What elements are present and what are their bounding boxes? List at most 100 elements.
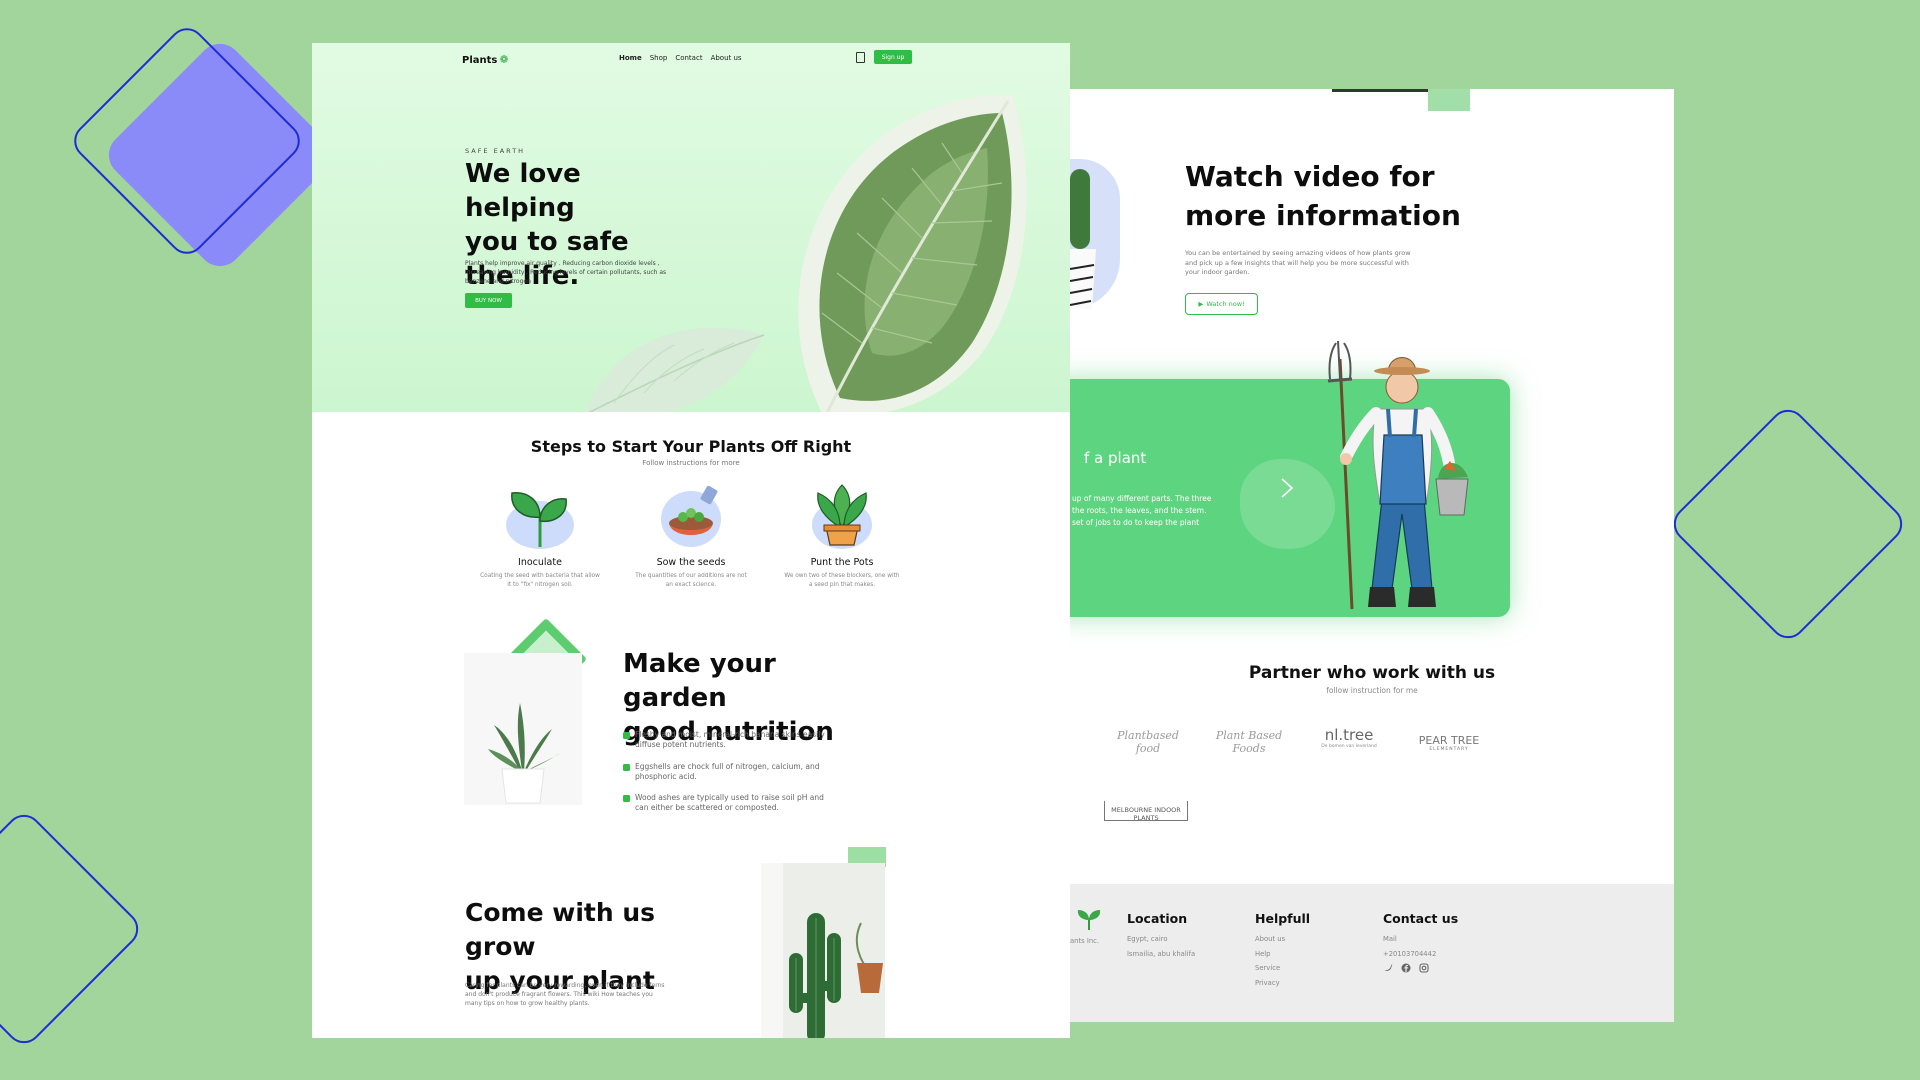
step-description: Coating the seed with bacteria that allo…: [480, 573, 600, 588]
nav-link-shop[interactable]: Shop: [650, 54, 668, 62]
footer-link-help[interactable]: Help: [1255, 947, 1310, 962]
seeds-bowl-illustration-icon: [661, 485, 721, 547]
step-description: The quantities of our additions are not …: [635, 573, 747, 588]
card-title: f a plant: [1084, 449, 1147, 467]
step-card-sow: Sow the seeds The quantities of our addi…: [631, 483, 751, 589]
card-description-line: set of jobs to do to keep the plant: [1072, 518, 1200, 527]
bullet-text: Wood ashes are typically used to raise s…: [635, 793, 824, 812]
cart-icon[interactable]: [856, 52, 865, 63]
footer-link-service[interactable]: Service: [1255, 961, 1310, 976]
grow-title-line: Come with us grow: [465, 898, 656, 961]
footer-column-title: Helpfull: [1255, 911, 1311, 926]
steps-subtitle: Follow instructions for more: [642, 459, 740, 467]
bullet-text: Fleshy and moist, mineral-rich banana sk…: [635, 730, 825, 749]
nutrition-title-line: Make your garden: [623, 649, 776, 713]
landing-page-left: Plants ❁ Home Shop Contact About us Sign …: [312, 43, 1070, 1038]
social-links: [1383, 963, 1458, 973]
card-description: up of many different parts. The three th…: [1072, 493, 1232, 529]
check-icon: [623, 764, 630, 771]
back-leaf-image: [585, 327, 765, 412]
hero-title-line: you to safe: [465, 227, 629, 257]
partner-logo-tagline: De bomen van leverland: [1321, 744, 1377, 749]
decorative-outline-diamond-bottom-left: [0, 807, 146, 1051]
hero-leaf-image: [798, 94, 1027, 412]
footer-helpful-column: Helpfull About us Help Service Privacy: [1255, 911, 1310, 990]
partner-logo-melbourne[interactable]: MELBOURNE INDOOR PLANTS: [1104, 801, 1188, 822]
hero-eyebrow: SAFE EARTH: [465, 147, 526, 155]
partners-title: Partner who work with us: [1248, 663, 1496, 683]
step-card-pots: Punt the Pots We own two of these blocke…: [782, 483, 902, 589]
video-description: You can be entertained by seeing amazing…: [1185, 249, 1411, 276]
step-name: Punt the Pots: [810, 557, 874, 568]
footer-column-title: Location: [1127, 911, 1188, 926]
cactus-image: [761, 863, 885, 1038]
video-title-line: Watch video for: [1185, 160, 1435, 193]
nav-link-about[interactable]: About us: [711, 54, 742, 62]
top-navigation: Plants ❁ Home Shop Contact About us Sign …: [312, 43, 1070, 73]
sprout-logo-icon: [1077, 910, 1101, 930]
watch-now-label: Watch now!: [1206, 300, 1245, 308]
step-name: Inoculate: [518, 557, 562, 568]
play-icon: ▶: [1198, 300, 1204, 308]
footer-contact-column: Contact us Mail +20103704442: [1383, 911, 1458, 973]
signup-button[interactable]: Sign up: [874, 50, 912, 64]
step-name: Sow the seeds: [656, 557, 726, 568]
sprout-illustration-icon: [506, 492, 574, 549]
potted-plant-illustration-icon: [812, 484, 872, 549]
hero-description: Plants help improve air quality . Reduci…: [465, 260, 667, 285]
partner-logo-plantbased[interactable]: Plantbased food: [1108, 729, 1188, 755]
video-title-line: more information: [1185, 199, 1461, 232]
hero-section: Plants ❁ Home Shop Contact About us Sign …: [312, 43, 1070, 412]
footer-contact-mail[interactable]: Mail: [1383, 932, 1458, 947]
nutrition-bullet: Eggshells are chock full of nitrogen, ca…: [623, 762, 833, 782]
cactus-pot-image: [1070, 169, 1096, 309]
buy-now-button[interactable]: BUY NOW: [465, 293, 512, 308]
step-card-inoculate: Inoculate Coating the seed with bacteria…: [480, 483, 600, 589]
footer-location-column: Location Egypt, cairo Ismailia, abu khal…: [1127, 911, 1195, 961]
partner-logo-text: PEAR TREE: [1418, 734, 1480, 747]
logo-text: Plants: [462, 55, 498, 66]
footer-item: Ismailia, abu khalifa: [1127, 949, 1196, 958]
nav-links: Home Shop Contact About us: [619, 54, 742, 62]
card-description-line: up of many different parts. The three: [1072, 494, 1212, 503]
decorative-outline-diamond: [66, 20, 308, 262]
decorative-dark-line: [1332, 89, 1432, 92]
video-title: Watch video for more information: [1185, 157, 1485, 235]
aloe-plant-image: [464, 653, 582, 805]
partners-subtitle: follow instruction for me: [1326, 686, 1418, 695]
partner-logo-text: MELBOURNE INDOOR PLANTS: [1111, 806, 1181, 822]
bullet-text: Eggshells are chock full of nitrogen, ca…: [635, 762, 820, 781]
check-icon: [623, 732, 630, 739]
decorative-green-block: [1428, 89, 1470, 111]
decorative-outline-diamond-right: [1666, 402, 1910, 646]
nav-link-home[interactable]: Home: [619, 54, 642, 62]
landing-page-right: Watch video for more information You can…: [1070, 89, 1674, 1022]
step-description: We own two of these blockers, one with a…: [784, 573, 900, 588]
nav-link-contact[interactable]: Contact: [675, 54, 702, 62]
watch-now-button[interactable]: ▶ Watch now!: [1185, 293, 1258, 315]
footer-link-about[interactable]: About us: [1255, 932, 1310, 947]
partner-logo-text: Plantbased food: [1117, 729, 1179, 755]
footer-item: Egypt, cairo: [1127, 935, 1168, 943]
sprout-icon: ❁: [499, 53, 509, 66]
nutrition-bullet: Wood ashes are typically used to raise s…: [623, 793, 833, 813]
facebook-icon[interactable]: [1401, 963, 1411, 973]
partner-logo-tagline: ELEMENTARY: [1429, 747, 1469, 752]
partner-logo-pear-tree[interactable]: PEAR TREE ELEMENTARY: [1406, 734, 1492, 752]
site-logo[interactable]: Plants ❁: [462, 53, 509, 66]
twitter-icon[interactable]: [1383, 963, 1393, 973]
footer-column-title: Contact us: [1383, 911, 1459, 926]
check-icon: [623, 795, 630, 802]
chevron-right-icon[interactable]: [1276, 477, 1298, 499]
nutrition-bullet: Fleshy and moist, mineral-rich banana sk…: [623, 730, 833, 750]
partner-logo-nltree[interactable]: nl.tree De bomen van leverland: [1310, 726, 1388, 749]
footer-contact-phone[interactable]: +20103704442: [1383, 947, 1458, 962]
footer-link-privacy[interactable]: Privacy: [1255, 976, 1310, 991]
farmer-illustration: [1327, 340, 1469, 610]
steps-title: Steps to Start Your Plants Off Right: [530, 437, 852, 456]
instagram-icon[interactable]: [1419, 963, 1429, 973]
card-description-line: the roots, the leaves, and the stem.: [1072, 506, 1207, 515]
partner-logo-plant-based-foods[interactable]: Plant Based Foods: [1208, 729, 1290, 755]
site-footer: ants Inc. Location Egypt, cairo Ismailia…: [1070, 884, 1674, 1022]
partner-logo-text: Plant Based Foods: [1215, 729, 1283, 755]
